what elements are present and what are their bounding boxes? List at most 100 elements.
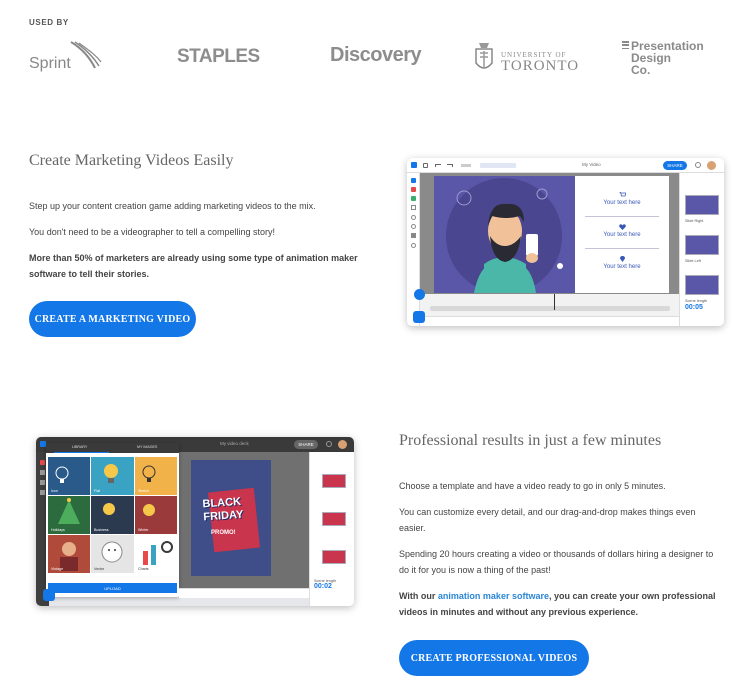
tile-label: Vintage <box>51 567 64 571</box>
share-button: SHARE <box>663 161 687 170</box>
sprint-logo-text: Sprint <box>29 55 71 72</box>
bf-line2: FRIDAY <box>203 508 244 524</box>
share-button: SHARE <box>294 440 318 449</box>
text-block-3-label: Your text here <box>603 264 641 270</box>
canvas-illustration <box>434 176 575 294</box>
heart-icon <box>618 224 626 230</box>
black-friday-text: BLACK FRIDAY <box>202 496 244 525</box>
animation-maker-software-link[interactable]: animation maker software <box>438 591 549 601</box>
text-block-1: Your text here <box>575 192 669 206</box>
section2-paragraph-3: Spending 20 hours creating a video or th… <box>399 549 714 575</box>
duration-label: Scene length <box>685 299 708 303</box>
menu-icon <box>411 162 417 168</box>
editor-tools-panel <box>407 173 420 326</box>
tile-label: Sketch <box>138 489 149 493</box>
chat-icon <box>413 311 425 323</box>
scene-thumbnail-2 <box>685 235 719 255</box>
tile-business: Business <box>91 496 134 534</box>
settings-icon <box>411 243 416 248</box>
toronto-logo: UNIVERSITY OF TORONTO <box>473 40 578 76</box>
upload-button: UPLOAD <box>48 583 177 593</box>
scene-thumbnail-3 <box>685 275 719 295</box>
resolution-selector <box>480 163 516 168</box>
tool-icon <box>40 480 45 485</box>
canvas-text-panel: Your text here Your text here Your text … <box>575 176 669 293</box>
scene-2-transition: Slide Left <box>685 259 701 263</box>
sprint-swoosh-icon <box>70 41 102 69</box>
used-by-label: USED BY <box>29 18 69 27</box>
media-tool-icon <box>40 460 45 465</box>
timeline-track <box>430 306 670 311</box>
canvas-area: Your text here Your text here Your text … <box>420 173 679 294</box>
tile-label: Icon <box>51 489 58 493</box>
create-marketing-video-button[interactable]: CREATE A MARKETING VIDEO <box>29 301 196 337</box>
timeline <box>420 294 679 316</box>
play-button <box>414 289 425 300</box>
section2-paragraph-1: Choose a template and have a video ready… <box>399 481 666 491</box>
divider <box>585 216 659 217</box>
redo-icon <box>447 164 453 167</box>
tile-vector: Vector <box>91 535 134 573</box>
scene-thumbnail-1 <box>685 195 719 215</box>
character-illustration <box>446 178 563 294</box>
editor-screenshot-marketing: My Video SHARE Your text here Your text … <box>407 158 724 326</box>
sprint-logo: Sprint <box>29 40 105 74</box>
tile-label: Charts <box>138 567 149 571</box>
scene-thumbnail-2 <box>322 512 346 526</box>
section1-heading: Create Marketing Videos Easily <box>29 152 234 169</box>
discovery-logo: Discovery <box>330 44 422 66</box>
create-professional-videos-button[interactable]: CREATE PROFESSIONAL VIDEOS <box>399 640 589 676</box>
timeline-playhead <box>554 294 555 310</box>
library-tab: LIBRARY <box>72 445 88 449</box>
presentation-design-logo: Presentation Design Co. <box>622 38 722 78</box>
editor-toolbar: My Video SHARE <box>407 158 724 173</box>
text-block-1-label: Your text here <box>603 200 641 206</box>
scenes-panel: Scene length 00:02 <box>309 452 354 606</box>
tile-vintage: Vintage <box>48 535 90 573</box>
avatar <box>707 161 716 170</box>
edit-menu <box>461 164 471 167</box>
tile-holidays: Holidays <box>48 496 90 534</box>
editor-screenshot-professional: My video deck SHARE BLACK FRIDAY PROMO! … <box>36 437 354 606</box>
scene-thumbnail-1 <box>322 474 346 488</box>
scene-1-transition: Slide Right <box>685 219 704 223</box>
section2-heading: Professional results in just a few minut… <box>399 432 662 449</box>
scenes-panel: Slide Right Slide Left Scene length 00:0… <box>679 173 724 326</box>
timeline-tools <box>420 316 679 326</box>
divider <box>585 248 659 249</box>
tile-label: Vector <box>94 567 105 571</box>
staples-logo: STAPLES <box>177 46 260 67</box>
section1-paragraph-3: More than 50% of marketers are already u… <box>29 253 358 279</box>
editor-title: My video deck <box>220 441 249 446</box>
canvas-black-friday: BLACK FRIDAY PROMO! <box>191 460 271 576</box>
toronto-name-text: TORONTO <box>501 58 580 74</box>
zoom-in-icon <box>411 215 416 220</box>
section2-p4-prefix: With our <box>399 591 438 601</box>
text-block-2-label: Your text here <box>603 232 641 238</box>
text-block-3: Your text here <box>575 256 669 270</box>
tile-label: Flat <box>94 489 100 493</box>
scene-duration: 00:02 <box>314 583 332 590</box>
section2-paragraph-4: With our animation maker software, you c… <box>399 588 724 620</box>
tile-winter: Winter <box>135 496 177 534</box>
library-tabs: LIBRARY MY IMAGES <box>46 443 179 453</box>
zoom-out-icon <box>411 224 416 229</box>
media-tool-icon <box>411 187 416 192</box>
section2-paragraph-2: You can customize every detail, and our … <box>399 507 696 533</box>
text-block-2: Your text here <box>575 224 669 238</box>
undo-icon <box>435 164 441 167</box>
upload-label: UPLOAD <box>104 585 121 591</box>
location-icon <box>619 256 625 262</box>
crest-icon <box>475 43 493 69</box>
bf-promo-text: PROMO! <box>211 530 236 536</box>
tile-label: Business <box>94 528 109 532</box>
save-icon <box>423 163 428 168</box>
tile-icon: Icon <box>48 457 90 495</box>
my-images-tab: MY IMAGES <box>137 445 158 449</box>
scene-tool-icon <box>411 178 416 183</box>
avatar <box>338 440 347 449</box>
library-panel: LIBRARY MY IMAGES Icon Flat Sketch Holid… <box>46 443 179 597</box>
editor-title: My Video <box>582 162 601 167</box>
text-tool-icon <box>411 205 416 210</box>
tile-flat: Flat <box>91 457 134 495</box>
